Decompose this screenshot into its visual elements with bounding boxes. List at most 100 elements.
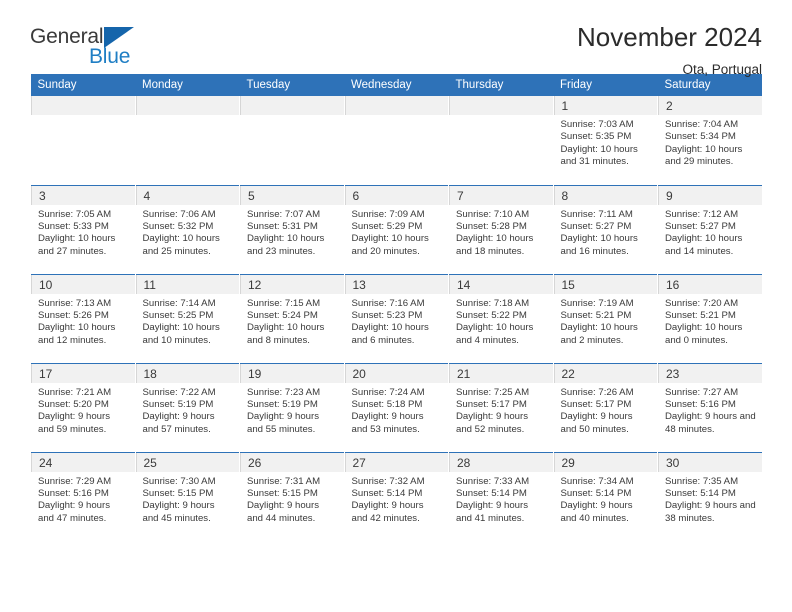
day-cell[interactable]: 3 Sunrise: 7:05 AM Sunset: 5:33 PM Dayli… [30, 184, 135, 274]
day-cell[interactable]: 9 Sunrise: 7:12 AM Sunset: 5:27 PM Dayli… [657, 184, 762, 274]
day-cell[interactable]: 1 Sunrise: 7:03 AM Sunset: 5:35 PM Dayli… [552, 96, 658, 185]
sunrise-text: Sunrise: 7:03 AM [560, 119, 634, 130]
day-details: Sunrise: 7:20 AM Sunset: 5:21 PM Dayligh… [658, 294, 762, 348]
day-number: 2 [658, 96, 762, 115]
day-cell[interactable]: 17 Sunrise: 7:21 AM Sunset: 5:20 PM Dayl… [30, 362, 135, 452]
day-details: Sunrise: 7:33 AM Sunset: 5:14 PM Dayligh… [449, 472, 553, 526]
sunset-text: Sunset: 5:17 PM [560, 398, 632, 410]
day-cell[interactable]: 14 Sunrise: 7:18 AM Sunset: 5:22 PM Dayl… [448, 273, 553, 363]
day-cell[interactable]: 8 Sunrise: 7:11 AM Sunset: 5:27 PM Dayli… [552, 184, 658, 274]
day-details: Sunrise: 7:05 AM Sunset: 5:33 PM Dayligh… [31, 205, 135, 259]
day-details: Sunrise: 7:16 AM Sunset: 5:23 PM Dayligh… [345, 294, 449, 348]
day-details: Sunrise: 7:21 AM Sunset: 5:20 PM Dayligh… [31, 383, 135, 437]
day-cell[interactable]: 15 Sunrise: 7:19 AM Sunset: 5:21 PM Dayl… [552, 273, 658, 363]
sunset-text: Sunset: 5:28 PM [456, 220, 527, 232]
day-number: 3 [31, 185, 135, 205]
sunset-text: Sunset: 5:16 PM [665, 398, 736, 410]
daylight-text: Daylight: 10 hours and 16 minutes. [560, 233, 638, 257]
sunrise-text: Sunrise: 7:34 AM [560, 475, 634, 487]
day-cell[interactable] [239, 96, 344, 185]
day-number: 14 [449, 274, 553, 294]
sunrise-text: Sunrise: 7:33 AM [456, 475, 530, 487]
day-cell[interactable]: 23 Sunrise: 7:27 AM Sunset: 5:16 PM Dayl… [657, 362, 762, 452]
sunset-text: Sunset: 5:19 PM [142, 398, 214, 410]
sunrise-text: Sunrise: 7:16 AM [351, 297, 425, 309]
day-details: Sunrise: 7:22 AM Sunset: 5:19 PM Dayligh… [136, 383, 240, 437]
day-number: 10 [31, 274, 135, 294]
calendar-body: 1 Sunrise: 7:03 AM Sunset: 5:35 PM Dayli… [30, 96, 762, 541]
calendar-page: General Blue November 2024 Ota, Portugal… [0, 0, 792, 612]
daylight-text: Daylight: 9 hours and 44 minutes. [247, 500, 319, 524]
day-cell[interactable]: 6 Sunrise: 7:09 AM Sunset: 5:29 PM Dayli… [343, 184, 449, 274]
sunrise-text: Sunrise: 7:06 AM [142, 208, 216, 220]
day-cell[interactable]: 4 Sunrise: 7:06 AM Sunset: 5:32 PM Dayli… [134, 184, 240, 274]
sunrise-text: Sunrise: 7:25 AM [456, 386, 530, 398]
daylight-text: Daylight: 9 hours and 53 minutes. [351, 411, 424, 435]
day-number: 13 [344, 274, 448, 294]
day-number: 23 [658, 363, 762, 383]
day-number: 28 [449, 452, 553, 472]
day-number [449, 96, 553, 115]
day-cell[interactable]: 12 Sunrise: 7:15 AM Sunset: 5:24 PM Dayl… [239, 273, 344, 363]
day-number: 19 [240, 363, 344, 383]
sunset-text: Sunset: 5:31 PM [247, 220, 318, 232]
day-cell[interactable]: 28 Sunrise: 7:33 AM Sunset: 5:14 PM Dayl… [448, 451, 553, 541]
sunset-text: Sunset: 5:14 PM [665, 487, 736, 499]
day-number: 21 [449, 363, 553, 383]
week-row: 1 Sunrise: 7:03 AM Sunset: 5:35 PM Dayli… [30, 96, 762, 185]
day-number: 24 [31, 452, 135, 472]
day-cell[interactable]: 24 Sunrise: 7:29 AM Sunset: 5:16 PM Dayl… [30, 451, 135, 541]
sunrise-text: Sunrise: 7:14 AM [142, 297, 216, 309]
sunrise-text: Sunrise: 7:12 AM [665, 208, 739, 220]
day-cell[interactable]: 18 Sunrise: 7:22 AM Sunset: 5:19 PM Dayl… [134, 362, 240, 452]
day-cell[interactable] [343, 96, 449, 185]
day-number [135, 96, 239, 115]
day-cell[interactable]: 30 Sunrise: 7:35 AM Sunset: 5:14 PM Dayl… [657, 451, 762, 541]
sunrise-text: Sunrise: 7:13 AM [38, 297, 112, 309]
dow-sunday: Sunday [30, 74, 135, 96]
day-cell[interactable]: 7 Sunrise: 7:10 AM Sunset: 5:28 PM Dayli… [448, 184, 553, 274]
day-details: Sunrise: 7:34 AM Sunset: 5:14 PM Dayligh… [554, 472, 658, 526]
day-cell[interactable]: 13 Sunrise: 7:16 AM Sunset: 5:23 PM Dayl… [343, 273, 449, 363]
daylight-text: Daylight: 10 hours and 10 minutes. [142, 322, 220, 346]
sunset-text: Sunset: 5:16 PM [38, 487, 109, 499]
day-cell[interactable]: 16 Sunrise: 7:20 AM Sunset: 5:21 PM Dayl… [657, 273, 762, 363]
sunrise-text: Sunrise: 7:32 AM [351, 475, 425, 487]
sunrise-text: Sunrise: 7:07 AM [247, 208, 321, 220]
daylight-text: Daylight: 9 hours and 57 minutes. [142, 411, 215, 435]
day-cell[interactable] [134, 96, 240, 185]
day-number: 17 [31, 363, 135, 383]
week-row: 10 Sunrise: 7:13 AM Sunset: 5:26 PM Dayl… [30, 273, 762, 363]
day-cell[interactable]: 5 Sunrise: 7:07 AM Sunset: 5:31 PM Dayli… [239, 184, 344, 274]
day-number: 4 [135, 185, 239, 205]
day-cell[interactable]: 2 Sunrise: 7:04 AM Sunset: 5:34 PM Dayli… [657, 96, 762, 185]
day-cell[interactable]: 20 Sunrise: 7:24 AM Sunset: 5:18 PM Dayl… [343, 362, 449, 452]
daylight-text: Daylight: 10 hours and 23 minutes. [247, 233, 325, 257]
day-cell[interactable]: 10 Sunrise: 7:13 AM Sunset: 5:26 PM Dayl… [30, 273, 135, 363]
day-number: 8 [553, 185, 657, 205]
sunset-text: Sunset: 5:22 PM [456, 309, 527, 321]
sunset-text: Sunset: 5:29 PM [351, 220, 423, 232]
sunrise-text: Sunrise: 7:27 AM [665, 386, 739, 398]
day-details: Sunrise: 7:27 AM Sunset: 5:16 PM Dayligh… [658, 383, 762, 437]
sunset-text: Sunset: 5:21 PM [560, 309, 632, 321]
sunset-text: Sunset: 5:25 PM [142, 309, 214, 321]
daylight-text: Daylight: 10 hours and 4 minutes. [456, 322, 534, 346]
daylight-text: Daylight: 10 hours and 2 minutes. [560, 322, 638, 346]
daylight-text: Daylight: 9 hours and 59 minutes. [38, 411, 110, 435]
day-cell[interactable]: 21 Sunrise: 7:25 AM Sunset: 5:17 PM Dayl… [448, 362, 553, 452]
day-cell[interactable]: 26 Sunrise: 7:31 AM Sunset: 5:15 PM Dayl… [239, 451, 344, 541]
day-number: 26 [240, 452, 344, 472]
day-cell[interactable] [30, 96, 135, 185]
day-cell[interactable] [448, 96, 553, 185]
day-details: Sunrise: 7:15 AM Sunset: 5:24 PM Dayligh… [240, 294, 344, 348]
day-cell[interactable]: 11 Sunrise: 7:14 AM Sunset: 5:25 PM Dayl… [134, 273, 240, 363]
page-header: General Blue November 2024 Ota, Portugal [30, 0, 762, 77]
day-cell[interactable]: 22 Sunrise: 7:26 AM Sunset: 5:17 PM Dayl… [552, 362, 658, 452]
day-details: Sunrise: 7:04 AM Sunset: 5:34 PM Dayligh… [658, 115, 762, 169]
day-cell[interactable]: 19 Sunrise: 7:23 AM Sunset: 5:19 PM Dayl… [239, 362, 344, 452]
day-cell[interactable]: 25 Sunrise: 7:30 AM Sunset: 5:15 PM Dayl… [134, 451, 240, 541]
day-cell[interactable]: 27 Sunrise: 7:32 AM Sunset: 5:14 PM Dayl… [343, 451, 449, 541]
day-cell[interactable]: 29 Sunrise: 7:34 AM Sunset: 5:14 PM Dayl… [552, 451, 658, 541]
sunrise-text: Sunrise: 7:11 AM [560, 208, 633, 220]
